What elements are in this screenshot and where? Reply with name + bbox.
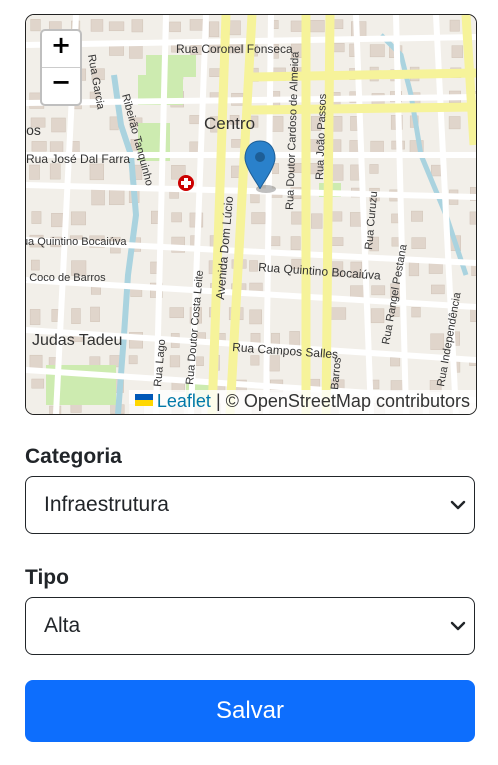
map-label-area: Judas Tadeu bbox=[32, 332, 122, 349]
tipo-selected-value: Alta bbox=[44, 614, 81, 637]
building-block bbox=[350, 285, 366, 298]
building-block bbox=[231, 139, 241, 148]
building-block bbox=[370, 308, 385, 324]
building-block bbox=[311, 213, 323, 229]
building-block bbox=[271, 116, 284, 132]
building-block bbox=[49, 163, 61, 180]
categoria-label: Categoria bbox=[25, 445, 122, 468]
save-button[interactable]: Salvar bbox=[25, 680, 475, 742]
building-block bbox=[408, 261, 420, 277]
zoom-control: + − bbox=[40, 29, 82, 106]
building-block bbox=[131, 19, 144, 33]
tipo-label: Tipo bbox=[25, 566, 69, 589]
map-label-street: Rua José Dal Farra bbox=[26, 152, 130, 166]
building-block bbox=[251, 212, 266, 225]
building-block bbox=[451, 45, 464, 58]
building-block bbox=[411, 307, 421, 318]
building-block bbox=[128, 355, 138, 365]
building-block bbox=[390, 380, 404, 391]
building-block bbox=[371, 285, 386, 296]
map-label-centro: Centro bbox=[204, 114, 255, 133]
zoom-in-button[interactable]: + bbox=[42, 31, 80, 67]
building-block bbox=[31, 141, 47, 152]
building-block bbox=[229, 20, 241, 36]
building-block bbox=[330, 211, 343, 222]
building-block bbox=[89, 163, 104, 181]
building-block bbox=[91, 188, 105, 206]
building-block bbox=[30, 19, 41, 32]
building-block bbox=[31, 259, 40, 271]
chevron-down-icon bbox=[448, 614, 468, 638]
building-block bbox=[189, 19, 204, 31]
map-container[interactable]: Rua Coronel Fonseca Centro Rua José Dal … bbox=[25, 14, 477, 415]
building-block bbox=[209, 68, 221, 78]
leaflet-link[interactable]: Leaflet bbox=[157, 391, 211, 411]
categoria-select[interactable]: Infraestrutura bbox=[25, 476, 475, 534]
building-block bbox=[29, 164, 40, 180]
building-block bbox=[330, 307, 347, 320]
building-block bbox=[169, 21, 181, 33]
map-label-street: Rua Coco de Barros bbox=[26, 272, 106, 284]
ukraine-flag-icon bbox=[134, 394, 153, 407]
chevron-down-icon bbox=[448, 493, 468, 517]
building-block bbox=[169, 307, 184, 319]
park-area bbox=[146, 55, 196, 77]
building-block bbox=[390, 357, 401, 367]
building-block bbox=[330, 237, 344, 246]
map-attribution: Leaflet | © OpenStreetMap contributors bbox=[128, 390, 476, 414]
map-label-street: Rua Coronel Fonseca bbox=[176, 42, 293, 56]
building-block bbox=[189, 115, 201, 125]
building-block bbox=[431, 284, 445, 295]
categoria-selected-value: Infraestrutura bbox=[44, 493, 169, 516]
building-block bbox=[29, 309, 41, 325]
building-block bbox=[70, 211, 86, 226]
building-block bbox=[208, 21, 220, 38]
building-block bbox=[448, 116, 461, 130]
building-block bbox=[108, 21, 125, 32]
building-block bbox=[90, 19, 104, 32]
map-label-area: icos bbox=[26, 122, 41, 138]
building-block bbox=[129, 44, 143, 59]
building-block bbox=[369, 44, 385, 58]
map-label-street: Rua Quintino Bocaiúva bbox=[26, 236, 127, 248]
building-block bbox=[249, 260, 258, 272]
building-block bbox=[250, 355, 260, 366]
tipo-select[interactable]: Alta bbox=[25, 597, 475, 655]
building-block bbox=[449, 19, 460, 32]
hospital-icon bbox=[178, 175, 194, 191]
building-block bbox=[171, 212, 182, 223]
building-block bbox=[109, 188, 125, 206]
building-block bbox=[169, 355, 181, 368]
building-block bbox=[349, 140, 359, 153]
building-block bbox=[350, 164, 360, 181]
building-block bbox=[290, 236, 301, 250]
map-tiles[interactable]: Rua Coronel Fonseca Centro Rua José Dal … bbox=[26, 15, 476, 414]
attribution-text: | © OpenStreetMap contributors bbox=[210, 391, 470, 411]
building-block bbox=[51, 117, 66, 133]
building-block bbox=[71, 308, 81, 324]
building-block bbox=[469, 211, 476, 225]
building-block bbox=[31, 211, 42, 224]
zoom-out-button[interactable]: − bbox=[42, 67, 80, 104]
building-block bbox=[90, 306, 100, 322]
building-block bbox=[270, 236, 281, 247]
building-block bbox=[411, 210, 423, 222]
building-block bbox=[310, 20, 325, 33]
building-block bbox=[269, 355, 280, 372]
building-block bbox=[109, 45, 124, 56]
building-block bbox=[369, 164, 379, 174]
building-block bbox=[31, 378, 45, 389]
building-block bbox=[249, 309, 262, 325]
building-block bbox=[411, 237, 426, 249]
